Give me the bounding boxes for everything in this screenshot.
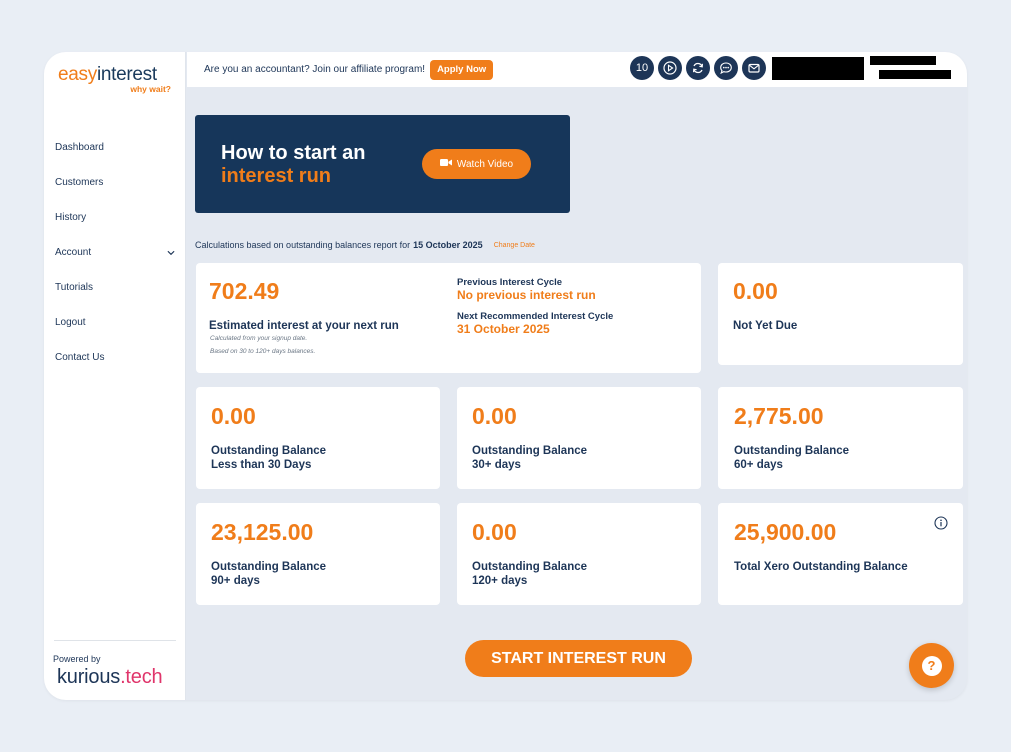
logo-interest-text: interest	[96, 64, 157, 85]
sidebar-item-label: Customers	[55, 177, 104, 188]
not-yet-due-value: 0.00	[733, 278, 778, 304]
top-icon-group: 10	[630, 56, 766, 80]
sidebar-item-logout[interactable]: Logout	[55, 305, 177, 340]
sidebar-item-contact-us[interactable]: Contact Us	[55, 340, 177, 375]
sidebar-nav: Dashboard Customers History Account Tuto…	[55, 130, 177, 375]
change-date-link[interactable]: Change Date	[494, 242, 535, 249]
balance-card-under-30: 0.00 Outstanding Balance Less than 30 Da…	[196, 387, 440, 489]
calculation-basis-line: Calculations based on outstanding balanc…	[195, 240, 535, 250]
balance-label-line1: Outstanding Balance	[734, 445, 850, 457]
balance-card-90-plus: 23,125.00 Outstanding Balance 90+ days	[196, 503, 440, 605]
sidebar-item-label: Logout	[55, 317, 86, 328]
estimate-note-signup: Calculated from your signup date.	[210, 335, 308, 342]
mail-icon[interactable]	[742, 56, 766, 80]
balance-card-60-plus: 2,775.00 Outstanding Balance 60+ days	[718, 387, 963, 489]
balance-label-line2: 30+ days	[472, 459, 521, 471]
counter-badge-button[interactable]: 10	[630, 56, 654, 80]
balance-label-line2: Less than 30 Days	[211, 459, 312, 471]
apply-now-button[interactable]: Apply Now	[430, 59, 494, 80]
kurious-text: kurious	[57, 666, 121, 688]
estimated-interest-label: Estimated interest at your next run	[209, 320, 399, 332]
redacted-line	[879, 70, 951, 79]
not-yet-due-card: 0.00 Not Yet Due	[718, 263, 963, 365]
sidebar-item-tutorials[interactable]: Tutorials	[55, 270, 177, 305]
estimated-interest-card: 702.49 Estimated interest at your next r…	[196, 263, 701, 373]
sidebar-item-history[interactable]: History	[55, 200, 177, 235]
watch-video-button[interactable]: Watch Video	[422, 149, 531, 179]
powered-by-label: Powered by	[53, 654, 101, 664]
balance-label-line1: Outstanding Balance	[211, 445, 327, 457]
app-window: easyinterest why wait? Dashboard Custome…	[44, 52, 967, 700]
balance-label-line2: 90+ days	[211, 575, 260, 587]
report-date: 15 October 2025	[413, 240, 483, 250]
balance-label-line1: Outstanding Balance	[472, 445, 588, 457]
previous-cycle-heading: Previous Interest Cycle	[457, 277, 563, 288]
redacted-user-block	[772, 57, 864, 80]
sidebar-item-label: History	[55, 212, 87, 223]
easyinterest-logo[interactable]: easyinterest why wait?	[58, 64, 173, 94]
watch-video-label: Watch Video	[456, 158, 514, 170]
banner-title-line1: How to start an	[221, 142, 366, 164]
balance-label-line2: 60+ days	[734, 459, 783, 471]
redacted-line	[870, 56, 936, 65]
sidebar-item-label: Tutorials	[55, 282, 93, 293]
balance-label-line2: 120+ days	[472, 575, 528, 587]
sidebar-item-label: Account	[55, 247, 92, 258]
estimate-note-balances: Based on 30 to 120+ days balances.	[210, 348, 316, 355]
video-camera-icon	[439, 158, 452, 170]
total-outstanding-value: 25,900.00	[734, 519, 837, 545]
banner-title-line2: interest run	[221, 165, 332, 187]
tech-text: .tech	[120, 666, 163, 688]
sidebar-item-dashboard[interactable]: Dashboard	[55, 130, 177, 165]
top-bar: Are you an accountant? Join our affiliat…	[187, 52, 967, 87]
balance-value: 23,125.00	[211, 519, 314, 545]
start-interest-run-button[interactable]: START INTEREST RUN	[465, 640, 692, 677]
play-icon[interactable]	[658, 56, 682, 80]
previous-cycle-value: No previous interest run	[457, 288, 596, 302]
sidebar: easyinterest why wait? Dashboard Custome…	[44, 52, 186, 700]
balance-card-120-plus: 0.00 Outstanding Balance 120+ days	[457, 503, 701, 605]
logo-easy-text: easy	[58, 64, 97, 85]
sidebar-item-label: Dashboard	[55, 142, 104, 153]
total-outstanding-card: 25,900.00 Total Xero Outstanding Balance	[718, 503, 963, 605]
calc-prefix: Calculations based on outstanding balanc…	[195, 240, 411, 250]
chat-icon[interactable]	[714, 56, 738, 80]
chevron-down-icon[interactable]	[167, 249, 175, 257]
balance-label-line1: Outstanding Balance	[472, 561, 588, 573]
balance-card-30-plus: 0.00 Outstanding Balance 30+ days	[457, 387, 701, 489]
info-icon[interactable]	[934, 516, 948, 530]
refresh-icon[interactable]	[686, 56, 710, 80]
kurious-tech-logo[interactable]: kurious.tech	[57, 666, 163, 689]
affiliate-text: Are you an accountant? Join our affiliat…	[204, 64, 426, 75]
sidebar-item-label: Contact Us	[55, 352, 105, 363]
next-cycle-heading: Next Recommended Interest Cycle	[457, 311, 614, 322]
balance-value: 0.00	[211, 403, 256, 429]
balance-value: 0.00	[472, 519, 517, 545]
sidebar-item-customers[interactable]: Customers	[55, 165, 177, 200]
balance-value: 0.00	[472, 403, 517, 429]
next-cycle-value: 31 October 2025	[457, 322, 550, 336]
total-outstanding-label: Total Xero Outstanding Balance	[734, 561, 908, 573]
tutorial-banner: How to start an interest run Watch Video	[195, 115, 570, 213]
help-button[interactable]: ?	[909, 643, 954, 688]
balance-label-line1: Outstanding Balance	[211, 561, 327, 573]
estimated-interest-value: 702.49	[209, 278, 280, 304]
sidebar-item-account[interactable]: Account	[55, 235, 177, 270]
sidebar-divider	[54, 640, 176, 641]
question-mark-icon: ?	[921, 655, 942, 676]
not-yet-due-label: Not Yet Due	[733, 320, 798, 332]
balance-value: 2,775.00	[734, 403, 824, 429]
